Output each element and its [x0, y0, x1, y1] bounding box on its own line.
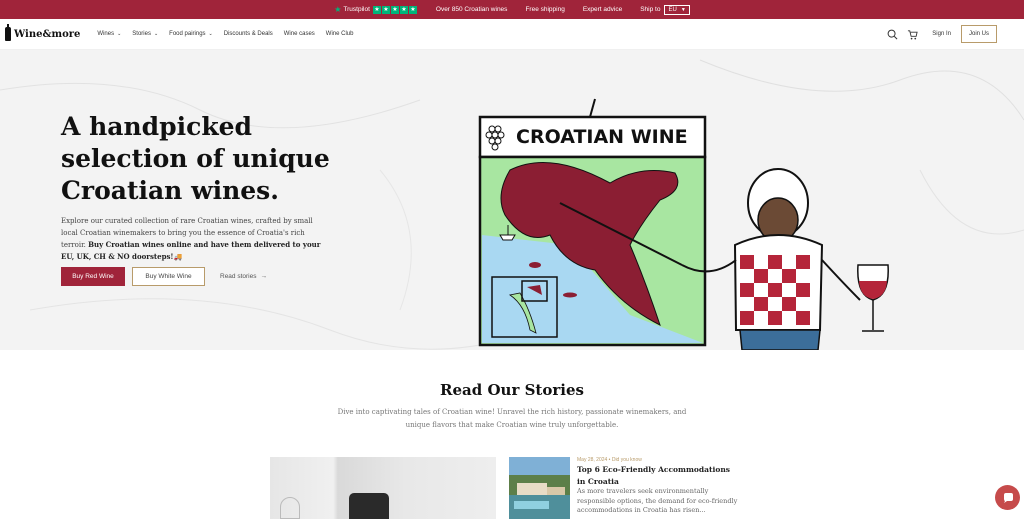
trustpilot-star-icon: ★ — [334, 5, 342, 14]
top-announcement-bar: ★ Trustpilot ★ ★ ★ ★ ★ Over 850 Croatian… — [0, 0, 1024, 19]
star-icon: ★ — [399, 5, 408, 14]
hero-text-block: A handpicked selection of unique Croatia… — [61, 111, 341, 263]
stories-title: Read Our Stories — [440, 381, 584, 399]
nav-item-wine-club[interactable]: Wine Club — [326, 31, 354, 37]
nav-item-wine-cases[interactable]: Wine cases — [284, 31, 315, 37]
main-navigation: Wine&more Wines ⌄ Stories ⌄ Food pairings ⌄… — [0, 19, 1024, 50]
featured-story-image[interactable] — [270, 457, 496, 519]
usp-shipping: Free shipping — [525, 6, 565, 13]
nav-item-label: Wine Club — [325, 31, 354, 37]
chat-icon — [1003, 492, 1013, 503]
nav-item-stories[interactable]: Stories ⌄ — [132, 31, 158, 37]
buy-white-wine-button[interactable]: Buy White Wine — [132, 267, 205, 286]
trustpilot-stars: ★ ★ ★ ★ ★ — [372, 5, 418, 14]
buy-red-wine-button[interactable]: Buy Red Wine — [61, 267, 125, 286]
usp-advice: Expert advice — [582, 6, 623, 13]
story-thumbnail — [509, 457, 570, 519]
nav-item-food-pairings[interactable]: Food pairings ⌄ — [169, 31, 213, 37]
bottle-logo-icon — [5, 24, 11, 41]
nav-item-label: Wines — [97, 31, 115, 37]
star-icon: ★ — [381, 5, 390, 14]
site-logo[interactable]: Wine&more — [5, 24, 81, 41]
star-icon: ★ — [372, 5, 381, 14]
nav-item-discounts[interactable]: Discounts & Deals — [224, 31, 273, 37]
story-card[interactable]: May 28, 2024 • Did you know Top 6 Eco-Fr… — [509, 457, 739, 519]
sign-in-link[interactable]: Sign In — [932, 31, 951, 37]
cart-icon[interactable] — [906, 28, 918, 40]
ship-to-select[interactable]: EU ▼ — [664, 4, 690, 15]
ship-to-label: Ship to — [640, 6, 661, 13]
hero-section: A handpicked selection of unique Croatia… — [0, 50, 1024, 350]
stories-subtitle: Dive into captivating tales of Croatian … — [337, 408, 687, 429]
sign-text: CROATIAN WINE — [516, 126, 688, 148]
nav-item-label: Discounts & Deals — [223, 31, 273, 37]
chevron-down-icon: ⌄ — [153, 31, 159, 37]
story-excerpt: As more travelers seek environmentally r… — [577, 487, 738, 514]
nav-item-label: Stories — [132, 31, 151, 37]
trustpilot-rating[interactable]: ★ Trustpilot ★ ★ ★ ★ ★ — [334, 5, 418, 14]
chat-button[interactable] — [995, 485, 1020, 510]
ship-to-value: EU — [668, 6, 677, 13]
croatian-wine-illustration: CROATIAN WINE — [478, 98, 889, 350]
hero-description: Explore our curated collection of rare C… — [61, 215, 326, 263]
bottle-image — [349, 493, 389, 519]
star-icon: ★ — [390, 5, 399, 14]
nav-item-wines[interactable]: Wines ⌄ — [97, 31, 121, 37]
story-title[interactable]: Top 6 Eco-Friendly Accommodations in Cro… — [577, 464, 737, 487]
chevron-down-icon: ▼ — [680, 6, 686, 13]
logo-text: Wine&more — [14, 28, 81, 40]
hero-title: A handpicked selection of unique Croatia… — [61, 112, 330, 205]
nav-item-label: Food pairings — [169, 31, 206, 37]
join-us-button[interactable]: Join Us — [960, 25, 997, 43]
read-stories-link[interactable]: Read stories → — [220, 273, 267, 280]
arrow-right-icon: → — [260, 273, 268, 280]
wine-glass-image — [280, 497, 300, 519]
nav-item-label: Wine cases — [283, 31, 315, 37]
hero-actions: Buy Red Wine Buy White Wine Read stories… — [61, 267, 267, 286]
chevron-down-icon: ⌄ — [208, 31, 213, 37]
search-icon[interactable] — [886, 28, 898, 40]
trustpilot-label: Trustpilot — [343, 6, 370, 13]
usp-wines: Over 850 Croatian wines — [435, 6, 508, 13]
nav-actions: Sign In Join Us — [886, 25, 997, 43]
story-meta: May 28, 2024 • Did you know — [577, 457, 642, 463]
hero-description-bold: Buy Croatian wines online and have them … — [61, 240, 321, 261]
nav-menu: Wines ⌄ Stories ⌄ Food pairings ⌄ Discounts… — [97, 31, 364, 37]
star-icon: ★ — [408, 5, 417, 14]
chevron-down-icon: ⌄ — [117, 31, 122, 37]
read-stories-label: Read stories — [220, 273, 257, 280]
ship-to: Ship to EU ▼ — [640, 4, 690, 15]
truck-icon: 🚚 — [173, 253, 183, 261]
